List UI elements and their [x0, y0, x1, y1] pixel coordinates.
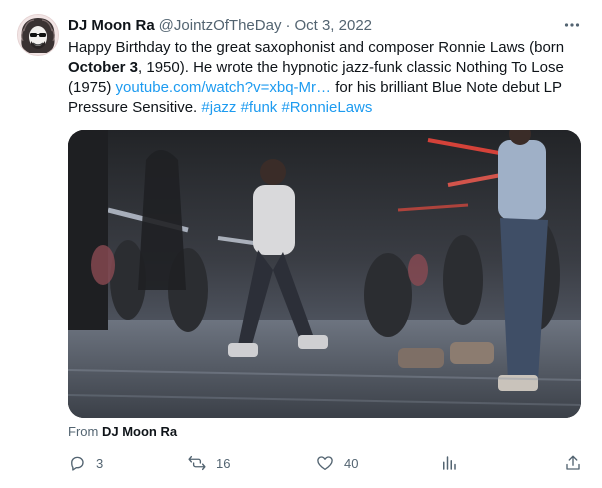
reply-count: 3 [96, 455, 104, 471]
hashtag-funk[interactable]: #funk [241, 99, 278, 116]
retweet-count: 16 [216, 455, 231, 471]
author-name[interactable]: DJ Moon Ra [68, 17, 155, 34]
reply-button[interactable]: 3 [68, 452, 103, 474]
avatar[interactable] [17, 14, 59, 56]
hashtag-ronnielaws[interactable]: #RonnieLaws [281, 99, 372, 116]
retweet-button[interactable]: 16 [188, 452, 230, 474]
views-icon [443, 456, 456, 470]
more-icon[interactable] [562, 15, 582, 35]
views-button[interactable] [440, 452, 468, 474]
tweet-header: DJ Moon Ra @JointzOfTheDay · Oct 3, 2022 [68, 14, 582, 36]
author-handle[interactable]: @JointzOfTheDay [159, 17, 282, 34]
action-bar: 3 16 40 [68, 452, 586, 474]
reply-icon [71, 456, 84, 471]
tweet-text-part: Happy Birthday to the great saxophonist … [68, 39, 565, 56]
tweet: DJ Moon Ra @JointzOfTheDay · Oct 3, 2022… [0, 0, 602, 488]
video-frame-image [68, 130, 581, 418]
video-media[interactable] [68, 130, 581, 418]
tweet-date[interactable]: Oct 3, 2022 [294, 17, 372, 34]
like-icon [317, 456, 333, 471]
share-button[interactable] [564, 452, 592, 474]
tweet-text-bold: October 3 [68, 59, 139, 76]
tweet-text: Happy Birthday to the great saxophonist … [68, 38, 588, 118]
separator-dot: · [285, 16, 291, 34]
hashtag-jazz[interactable]: #jazz [201, 99, 236, 116]
youtube-link[interactable]: youtube.com/watch?v=xbq-Mr… [116, 79, 332, 96]
media-attribution: From DJ Moon Ra [68, 424, 177, 439]
share-icon [566, 455, 580, 470]
from-name[interactable]: DJ Moon Ra [102, 424, 177, 439]
retweet-icon [188, 455, 206, 471]
from-label: From [68, 424, 99, 439]
like-count: 40 [344, 455, 359, 471]
like-button[interactable]: 40 [316, 452, 358, 474]
